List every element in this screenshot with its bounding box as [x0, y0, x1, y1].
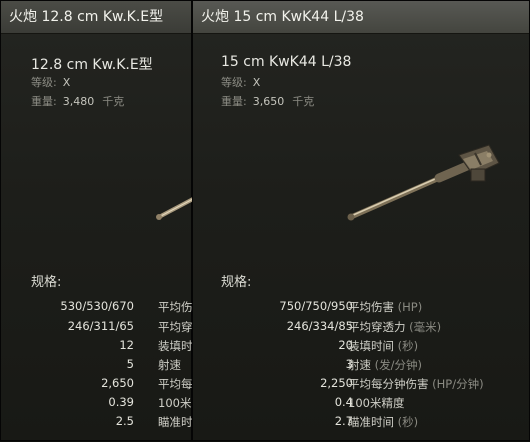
front-spec-label: 平均每分钟伤害	[348, 377, 429, 391]
front-spec-row: 20 装填时间 (秒)	[193, 338, 530, 354]
back-spec-row: 0.39 100米	[1, 395, 193, 411]
back-spec-label: 平均每	[158, 377, 193, 391]
back-spec-label: 平均伤	[158, 300, 193, 314]
gun-barrel-icon	[347, 144, 500, 221]
back-spec-label: 平均穿	[158, 320, 193, 334]
front-weight-unit: 千克	[292, 95, 315, 108]
front-spec-label: 平均穿透力	[348, 320, 406, 334]
back-spec-value: 530/530/670	[60, 299, 134, 313]
front-tier-label: 等级:	[221, 76, 247, 89]
front-spec-row: 0.4 100米精度	[193, 395, 530, 411]
back-spec-value: 246/311/65	[67, 319, 134, 333]
front-spec-unit: (HP)	[397, 300, 423, 314]
back-spec-label: 100米	[158, 396, 192, 410]
back-spec-value: 2,650	[101, 376, 134, 390]
front-weight: 重量: 3,650 千克	[221, 93, 314, 109]
front-specs-title: 规格:	[221, 275, 252, 290]
front-spec-label: 射速	[348, 358, 371, 372]
front-tooltip-card: 火炮 15 cm KwK44 L/38 15 cm KwK44 L/38 等级:…	[192, 0, 530, 441]
front-spec-row: 246/334/85 平均穿透力 (毫米)	[193, 319, 530, 335]
front-spec-unit: (毫米)	[409, 320, 442, 334]
front-spec-label: 平均伤害	[348, 300, 394, 314]
front-spec-value: 750/750/950	[279, 299, 353, 313]
front-card-title: 火炮 15 cm KwK44 L/38	[193, 1, 529, 34]
back-spec-row: 530/530/670 平均伤	[1, 299, 193, 315]
back-tooltip-card: 火炮 12.8 cm Kw.K.E型 12.8 cm Kw.K.E型 等级: X …	[0, 0, 193, 442]
front-gun-name: 15 cm KwK44 L/38	[221, 54, 352, 70]
back-spec-label: 瞄准时	[158, 415, 193, 429]
back-spec-row: 2.5 瞄准时	[1, 414, 193, 430]
front-spec-unit: (HP/分钟)	[432, 377, 484, 391]
front-spec-row: 2,250 平均每分钟伤害 (HP/分钟)	[193, 376, 530, 392]
front-spec-value: 246/334/85	[286, 319, 353, 333]
front-tier-value: X	[252, 76, 261, 89]
front-spec-label: 100米精度	[348, 396, 405, 410]
back-spec-row: 2,650 平均每	[1, 376, 193, 392]
back-spec-value: 12	[119, 338, 134, 352]
front-spec-unit: (秒)	[397, 415, 419, 429]
back-spec-row: 12 装填时	[1, 338, 193, 354]
front-spec-unit: (秒)	[397, 339, 419, 353]
front-spec-label: 装填时间	[348, 339, 394, 353]
back-spec-value: 0.39	[108, 395, 134, 409]
front-spec-row: 750/750/950 平均伤害 (HP)	[193, 299, 530, 315]
front-weight-value: 3,650	[252, 95, 285, 108]
front-weight-label: 重量:	[221, 95, 247, 108]
back-spec-value: 5	[126, 357, 134, 371]
front-spec-label: 瞄准时间	[348, 415, 394, 429]
back-spec-row: 5 射速	[1, 357, 193, 373]
front-spec-row: 3 射速 (发/分钟)	[193, 357, 530, 373]
back-spec-label: 射速	[158, 358, 181, 372]
back-spec-value: 2.5	[115, 414, 134, 428]
back-spec-label: 装填时	[158, 339, 193, 353]
back-specs-list: 530/530/670 平均伤 246/311/65 平均穿 12 装填时 5 …	[1, 1, 193, 442]
front-spec-row: 2.7 瞄准时间 (秒)	[193, 414, 530, 430]
front-tier: 等级: X	[221, 74, 260, 90]
front-spec-unit: (发/分钟)	[374, 358, 423, 372]
back-spec-row: 246/311/65 平均穿	[1, 319, 193, 335]
